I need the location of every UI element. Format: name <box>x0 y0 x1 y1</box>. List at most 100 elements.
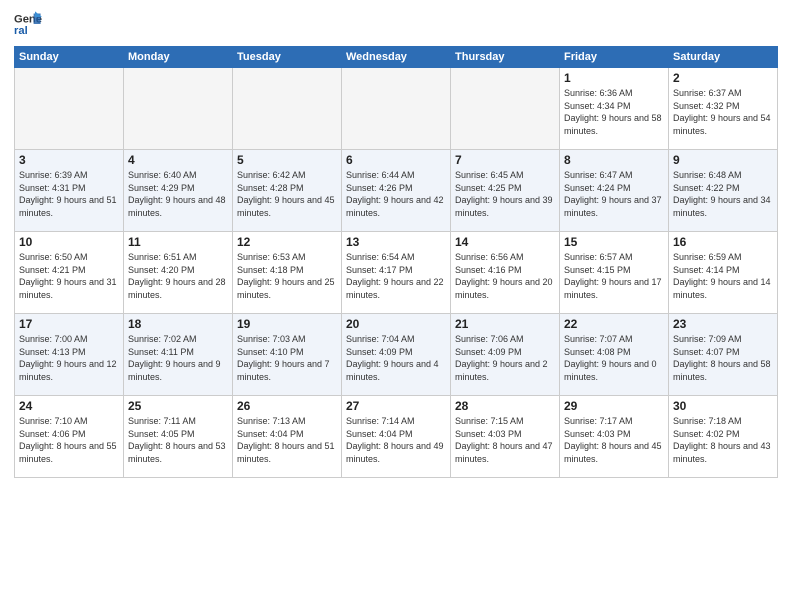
calendar-cell <box>15 68 124 150</box>
day-number: 27 <box>346 399 446 413</box>
day-number: 17 <box>19 317 119 331</box>
day-number: 3 <box>19 153 119 167</box>
col-header-saturday: Saturday <box>669 47 778 68</box>
day-number: 6 <box>346 153 446 167</box>
calendar-row-5: 24 Sunrise: 7:10 AM Sunset: 4:06 PM Dayli… <box>15 396 778 478</box>
header: Gene ral <box>14 10 778 38</box>
logo: Gene ral <box>14 10 44 38</box>
day-number: 23 <box>673 317 773 331</box>
page: Gene ral SundayMondayTuesdayWednesdayThu… <box>0 0 792 612</box>
calendar-cell: 18 Sunrise: 7:02 AM Sunset: 4:11 PM Dayli… <box>124 314 233 396</box>
day-info: Sunrise: 6:42 AM Sunset: 4:28 PM Dayligh… <box>237 169 337 219</box>
col-header-sunday: Sunday <box>15 47 124 68</box>
day-info: Sunrise: 6:44 AM Sunset: 4:26 PM Dayligh… <box>346 169 446 219</box>
day-info: Sunrise: 7:18 AM Sunset: 4:02 PM Dayligh… <box>673 415 773 465</box>
calendar-cell: 6 Sunrise: 6:44 AM Sunset: 4:26 PM Daylig… <box>342 150 451 232</box>
day-info: Sunrise: 6:54 AM Sunset: 4:17 PM Dayligh… <box>346 251 446 301</box>
calendar-cell <box>233 68 342 150</box>
day-info: Sunrise: 6:47 AM Sunset: 4:24 PM Dayligh… <box>564 169 664 219</box>
calendar-cell: 19 Sunrise: 7:03 AM Sunset: 4:10 PM Dayli… <box>233 314 342 396</box>
day-number: 24 <box>19 399 119 413</box>
day-info: Sunrise: 6:45 AM Sunset: 4:25 PM Dayligh… <box>455 169 555 219</box>
day-info: Sunrise: 6:36 AM Sunset: 4:34 PM Dayligh… <box>564 87 664 137</box>
day-number: 4 <box>128 153 228 167</box>
day-number: 29 <box>564 399 664 413</box>
calendar-row-1: 1Sunrise: 6:36 AM Sunset: 4:34 PM Daylig… <box>15 68 778 150</box>
day-info: Sunrise: 6:48 AM Sunset: 4:22 PM Dayligh… <box>673 169 773 219</box>
day-info: Sunrise: 7:10 AM Sunset: 4:06 PM Dayligh… <box>19 415 119 465</box>
calendar-row-4: 17 Sunrise: 7:00 AM Sunset: 4:13 PM Dayli… <box>15 314 778 396</box>
day-info: Sunrise: 6:56 AM Sunset: 4:16 PM Dayligh… <box>455 251 555 301</box>
day-info: Sunrise: 6:40 AM Sunset: 4:29 PM Dayligh… <box>128 169 228 219</box>
calendar-cell: 28Sunrise: 7:15 AM Sunset: 4:03 PM Dayli… <box>451 396 560 478</box>
day-number: 9 <box>673 153 773 167</box>
day-number: 25 <box>128 399 228 413</box>
calendar-cell: 12 Sunrise: 6:53 AM Sunset: 4:18 PM Dayli… <box>233 232 342 314</box>
day-info: Sunrise: 7:13 AM Sunset: 4:04 PM Dayligh… <box>237 415 337 465</box>
calendar-row-3: 10 Sunrise: 6:50 AM Sunset: 4:21 PM Dayli… <box>15 232 778 314</box>
calendar-cell: 17 Sunrise: 7:00 AM Sunset: 4:13 PM Dayli… <box>15 314 124 396</box>
day-number: 30 <box>673 399 773 413</box>
calendar-cell: 13Sunrise: 6:54 AM Sunset: 4:17 PM Dayli… <box>342 232 451 314</box>
day-info: Sunrise: 6:59 AM Sunset: 4:14 PM Dayligh… <box>673 251 773 301</box>
day-number: 19 <box>237 317 337 331</box>
col-header-wednesday: Wednesday <box>342 47 451 68</box>
day-number: 2 <box>673 71 773 85</box>
header-row: SundayMondayTuesdayWednesdayThursdayFrid… <box>15 47 778 68</box>
day-number: 21 <box>455 317 555 331</box>
day-number: 26 <box>237 399 337 413</box>
calendar-cell: 22 Sunrise: 7:07 AM Sunset: 4:08 PM Dayli… <box>560 314 669 396</box>
day-info: Sunrise: 7:00 AM Sunset: 4:13 PM Dayligh… <box>19 333 119 383</box>
day-info: Sunrise: 7:03 AM Sunset: 4:10 PM Dayligh… <box>237 333 337 383</box>
calendar-cell: 20Sunrise: 7:04 AM Sunset: 4:09 PM Dayli… <box>342 314 451 396</box>
col-header-friday: Friday <box>560 47 669 68</box>
day-info: Sunrise: 7:14 AM Sunset: 4:04 PM Dayligh… <box>346 415 446 465</box>
calendar-cell: 9 Sunrise: 6:48 AM Sunset: 4:22 PM Daylig… <box>669 150 778 232</box>
calendar-cell: 4 Sunrise: 6:40 AM Sunset: 4:29 PM Daylig… <box>124 150 233 232</box>
calendar-cell: 11Sunrise: 6:51 AM Sunset: 4:20 PM Dayli… <box>124 232 233 314</box>
day-number: 15 <box>564 235 664 249</box>
calendar-cell <box>451 68 560 150</box>
day-info: Sunrise: 7:17 AM Sunset: 4:03 PM Dayligh… <box>564 415 664 465</box>
day-info: Sunrise: 6:50 AM Sunset: 4:21 PM Dayligh… <box>19 251 119 301</box>
day-number: 12 <box>237 235 337 249</box>
day-info: Sunrise: 6:37 AM Sunset: 4:32 PM Dayligh… <box>673 87 773 137</box>
day-info: Sunrise: 7:06 AM Sunset: 4:09 PM Dayligh… <box>455 333 555 383</box>
calendar-cell: 5 Sunrise: 6:42 AM Sunset: 4:28 PM Daylig… <box>233 150 342 232</box>
day-number: 7 <box>455 153 555 167</box>
calendar-cell: 23 Sunrise: 7:09 AM Sunset: 4:07 PM Dayli… <box>669 314 778 396</box>
calendar-cell: 15 Sunrise: 6:57 AM Sunset: 4:15 PM Dayli… <box>560 232 669 314</box>
calendar-cell: 26 Sunrise: 7:13 AM Sunset: 4:04 PM Dayli… <box>233 396 342 478</box>
day-number: 16 <box>673 235 773 249</box>
col-header-tuesday: Tuesday <box>233 47 342 68</box>
day-number: 22 <box>564 317 664 331</box>
day-info: Sunrise: 7:11 AM Sunset: 4:05 PM Dayligh… <box>128 415 228 465</box>
day-info: Sunrise: 7:07 AM Sunset: 4:08 PM Dayligh… <box>564 333 664 383</box>
calendar-cell: 29 Sunrise: 7:17 AM Sunset: 4:03 PM Dayli… <box>560 396 669 478</box>
calendar-cell: 3Sunrise: 6:39 AM Sunset: 4:31 PM Daylig… <box>15 150 124 232</box>
calendar-cell: 2 Sunrise: 6:37 AM Sunset: 4:32 PM Daylig… <box>669 68 778 150</box>
svg-text:ral: ral <box>14 25 28 37</box>
day-info: Sunrise: 6:51 AM Sunset: 4:20 PM Dayligh… <box>128 251 228 301</box>
calendar-cell <box>124 68 233 150</box>
day-number: 20 <box>346 317 446 331</box>
day-info: Sunrise: 6:57 AM Sunset: 4:15 PM Dayligh… <box>564 251 664 301</box>
day-number: 8 <box>564 153 664 167</box>
day-info: Sunrise: 7:09 AM Sunset: 4:07 PM Dayligh… <box>673 333 773 383</box>
logo-icon: Gene ral <box>14 10 42 38</box>
col-header-thursday: Thursday <box>451 47 560 68</box>
calendar-cell: 21 Sunrise: 7:06 AM Sunset: 4:09 PM Dayli… <box>451 314 560 396</box>
day-number: 5 <box>237 153 337 167</box>
day-number: 14 <box>455 235 555 249</box>
day-info: Sunrise: 6:53 AM Sunset: 4:18 PM Dayligh… <box>237 251 337 301</box>
calendar-cell: 1Sunrise: 6:36 AM Sunset: 4:34 PM Daylig… <box>560 68 669 150</box>
calendar-cell: 14 Sunrise: 6:56 AM Sunset: 4:16 PM Dayli… <box>451 232 560 314</box>
calendar-cell: 30 Sunrise: 7:18 AM Sunset: 4:02 PM Dayli… <box>669 396 778 478</box>
col-header-monday: Monday <box>124 47 233 68</box>
day-info: Sunrise: 7:02 AM Sunset: 4:11 PM Dayligh… <box>128 333 228 383</box>
day-number: 18 <box>128 317 228 331</box>
calendar-cell: 10 Sunrise: 6:50 AM Sunset: 4:21 PM Dayli… <box>15 232 124 314</box>
day-number: 28 <box>455 399 555 413</box>
day-number: 10 <box>19 235 119 249</box>
calendar-cell: 25 Sunrise: 7:11 AM Sunset: 4:05 PM Dayli… <box>124 396 233 478</box>
